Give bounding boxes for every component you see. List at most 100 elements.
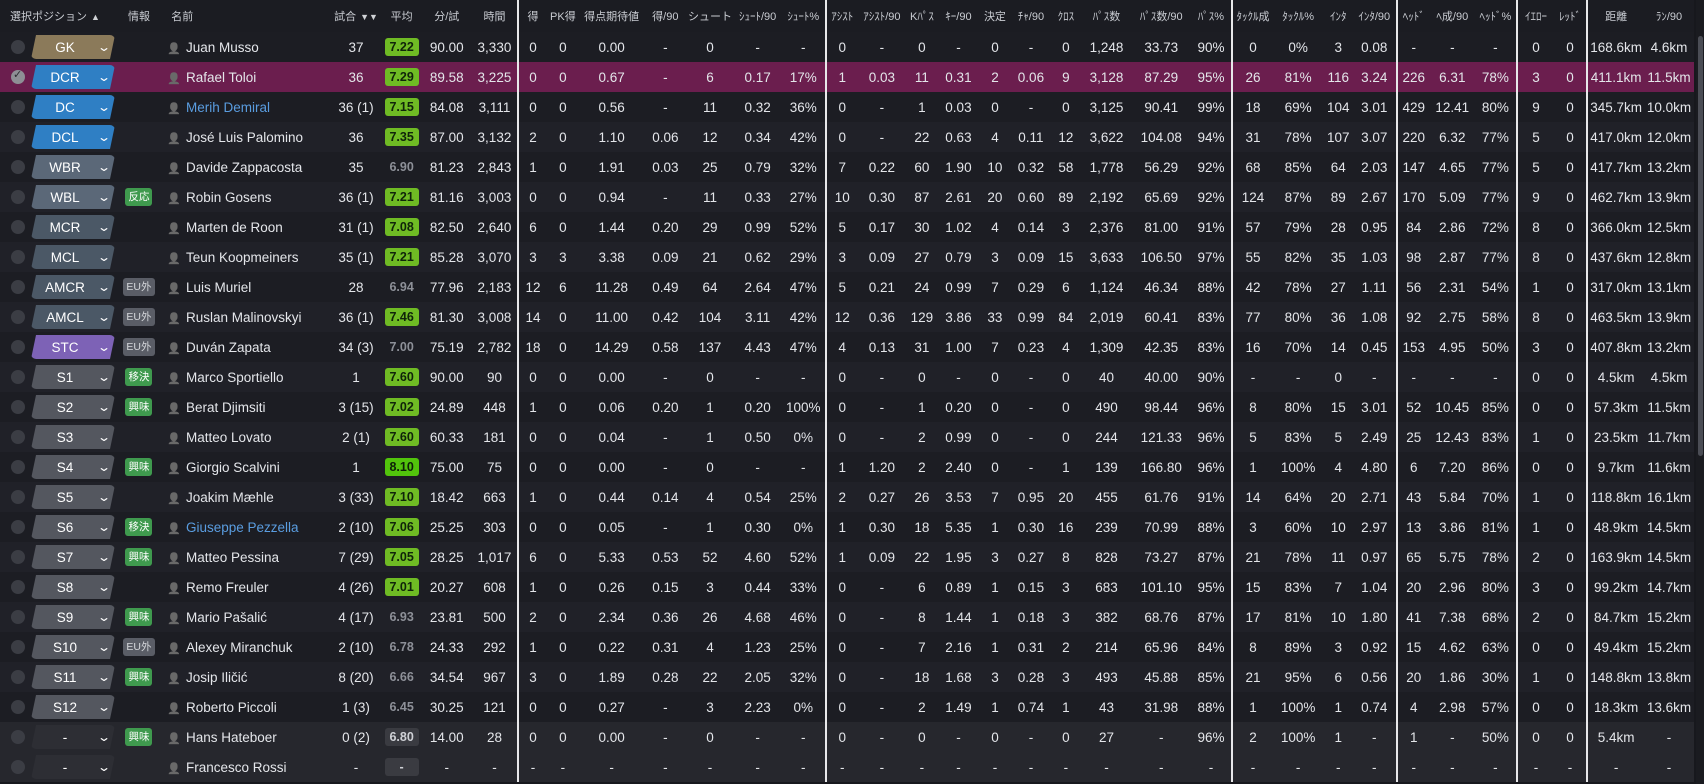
position-dropdown[interactable]: S1 ⌄	[31, 365, 115, 389]
col-minutes[interactable]: 時間	[471, 0, 520, 32]
table-row[interactable]: S8 ⌄ 👤 Remo Freuler 4 (26) 7.01 20.27 608 1 0 0.26…	[0, 572, 1694, 602]
select-checkbox[interactable]	[11, 370, 25, 384]
table-row[interactable]: S1 ⌄ 移決 👤 Marco Sportiello 1 7.60 90.00 90 0 0 0.00…	[0, 362, 1694, 392]
col-tackle-pct[interactable]: ﾀｯｸﾙ%	[1272, 0, 1324, 32]
table-row[interactable]: S10 ⌄ EU外 👤 Alexey Miranchuk 2 (10) 6.78 24.33 2…	[0, 632, 1694, 662]
status-badge[interactable]: 興味	[125, 608, 153, 626]
position-dropdown[interactable]: S2 ⌄	[31, 395, 115, 419]
player-name[interactable]: Giorgio Scalvini	[186, 460, 280, 475]
player-name[interactable]: Teun Koopmeiners	[186, 250, 299, 265]
col-key-passes[interactable]: Kﾊﾟｽ	[905, 0, 939, 32]
position-dropdown[interactable]: S11 ⌄	[31, 665, 115, 689]
player-name-cell[interactable]: 👤 Rafael Toloi	[161, 62, 330, 92]
col-distance-90[interactable]: ﾗﾝ/90	[1644, 0, 1694, 32]
select-checkbox[interactable]	[11, 580, 25, 594]
table-row[interactable]: S9 ⌄ 興味 👤 Mario Pašalić 4 (17) 6.93 23.81 500 2 0 2…	[0, 602, 1694, 632]
select-checkbox[interactable]	[11, 730, 25, 744]
player-name[interactable]: José Luis Palomino	[186, 130, 303, 145]
select-checkbox[interactable]	[11, 520, 25, 534]
select-checkbox[interactable]	[11, 340, 25, 354]
select-checkbox[interactable]	[11, 490, 25, 504]
status-badge[interactable]: EU外	[123, 638, 155, 656]
position-dropdown[interactable]: GK ⌄	[31, 35, 115, 59]
player-name-cell[interactable]: 👤 Matteo Pessina	[161, 542, 330, 572]
status-badge[interactable]: EU外	[123, 278, 155, 296]
position-dropdown[interactable]: S10 ⌄	[31, 635, 115, 659]
col-shots[interactable]: シュート	[686, 0, 734, 32]
position-dropdown[interactable]: AMCL ⌄	[31, 305, 115, 329]
status-badge[interactable]: 興味	[125, 398, 153, 416]
col-distance[interactable]: 距離	[1587, 0, 1644, 32]
table-row[interactable]: S7 ⌄ 興味 👤 Matteo Pessina 7 (29) 7.05 28.25 1,017…	[0, 542, 1694, 572]
col-interceptions-90[interactable]: ｲﾝﾀ/90	[1352, 0, 1398, 32]
col-chances-90[interactable]: ﾁｬ/90	[1011, 0, 1051, 32]
position-dropdown[interactable]: S3 ⌄	[31, 425, 115, 449]
status-badge[interactable]: 反応	[125, 188, 153, 206]
status-badge[interactable]: 興味	[125, 728, 153, 746]
col-xg[interactable]: 得点期待値	[579, 0, 645, 32]
position-dropdown[interactable]: DC ⌄	[31, 95, 115, 119]
player-name-cell[interactable]: 👤 José Luis Palomino	[161, 122, 330, 152]
player-name[interactable]: Davide Zappacosta	[186, 160, 302, 175]
position-dropdown[interactable]: DCL ⌄	[31, 125, 115, 149]
position-dropdown[interactable]: - ⌄	[31, 755, 115, 779]
status-badge[interactable]: 興味	[125, 548, 153, 566]
col-headers[interactable]: ﾍｯﾄﾞ	[1396, 0, 1430, 32]
status-badge[interactable]: 移決	[125, 518, 153, 536]
player-name-cell[interactable]: 👤 Luis Muriel	[161, 272, 330, 302]
col-pass-pct[interactable]: ﾊﾟｽ%	[1190, 0, 1234, 32]
col-headers-90[interactable]: ﾍ成/90	[1430, 0, 1475, 32]
col-goals[interactable]: 得	[518, 0, 547, 32]
player-name[interactable]: Josip Iličić	[186, 670, 248, 685]
player-name[interactable]: Robin Gosens	[186, 190, 272, 205]
player-name-cell[interactable]: 👤 Marten de Roon	[161, 212, 330, 242]
player-name-cell[interactable]: 👤 Juan Musso	[161, 32, 330, 62]
col-key-passes-90[interactable]: ｷｰ/90	[938, 0, 979, 32]
sort-up-icon[interactable]: ▲	[91, 12, 100, 22]
player-name[interactable]: Giuseppe Pezzella	[186, 520, 299, 535]
position-dropdown[interactable]: STC ⌄	[31, 335, 115, 359]
position-dropdown[interactable]: - ⌄	[31, 725, 115, 749]
select-checkbox[interactable]	[11, 250, 25, 264]
position-dropdown[interactable]: MCL ⌄	[31, 245, 115, 269]
player-name[interactable]: Remo Freuler	[186, 580, 269, 595]
status-badge[interactable]: 興味	[125, 668, 153, 686]
col-yellow[interactable]: ｲｴﾛｰ	[1517, 0, 1554, 32]
col-avg-rating[interactable]: 平均	[381, 0, 422, 32]
col-interceptions[interactable]: ｲﾝﾀ	[1323, 0, 1353, 32]
status-badge[interactable]: EU外	[123, 308, 155, 326]
player-name-cell[interactable]: 👤 Ruslan Malinovskyi	[161, 302, 330, 332]
table-row[interactable]: S2 ⌄ 興味 👤 Berat Djimsiti 3 (15) 7.02 24.89 448 1 0…	[0, 392, 1694, 422]
status-badge[interactable]: EU外	[123, 338, 155, 356]
player-name[interactable]: Merih Demiral	[186, 100, 270, 115]
select-checkbox[interactable]	[11, 640, 25, 654]
table-row[interactable]: MCL ⌄ 👤 Teun Koopmeiners 35 (1) 7.21 85.28 3,07…	[0, 242, 1694, 272]
player-name-cell[interactable]: 👤 Joakim Mæhle	[161, 482, 330, 512]
col-tackles[interactable]: ﾀｯｸﾙ成	[1232, 0, 1273, 32]
select-checkbox[interactable]	[11, 130, 25, 144]
player-name[interactable]: Marten de Roon	[186, 220, 283, 235]
col-shots-90[interactable]: ｼｭｰﾄ/90	[733, 0, 782, 32]
player-name-cell[interactable]: 👤 Giorgio Scalvini	[161, 452, 330, 482]
sort-desc-icon[interactable]: ▼▼	[360, 12, 378, 22]
position-dropdown[interactable]: WBL ⌄	[31, 185, 115, 209]
player-name-cell[interactable]: 👤 Berat Djimsiti	[161, 392, 330, 422]
select-checkbox[interactable]	[11, 280, 25, 294]
position-dropdown[interactable]: S8 ⌄	[31, 575, 115, 599]
player-name-cell[interactable]: 👤 Roberto Piccoli	[161, 692, 330, 722]
col-red[interactable]: ﾚｯﾄﾞ	[1553, 0, 1589, 32]
player-name-cell[interactable]: 👤 Hans Hateboer	[161, 722, 330, 752]
select-checkbox[interactable]	[11, 400, 25, 414]
player-name-cell[interactable]: 👤 Josip Iličić	[161, 662, 330, 692]
select-checkbox[interactable]	[11, 670, 25, 684]
position-dropdown[interactable]: MCR ⌄	[31, 215, 115, 239]
table-row[interactable]: S6 ⌄ 移決 👤 Giuseppe Pezzella 2 (10) 7.06 25.25 30…	[0, 512, 1694, 542]
player-name-cell[interactable]: 👤 Francesco Rossi	[161, 752, 330, 782]
col-apps[interactable]: 試合 ▼▼	[330, 0, 382, 32]
col-shot-pct[interactable]: ｼｭｰﾄ%	[781, 0, 827, 32]
select-checkbox[interactable]	[11, 100, 25, 114]
table-row[interactable]: DCR⌄👤Rafael Toloi367.2989.583,225000.67-…	[0, 62, 1694, 92]
player-name[interactable]: Luis Muriel	[186, 280, 251, 295]
player-name[interactable]: Roberto Piccoli	[186, 700, 277, 715]
player-name[interactable]: Rafael Toloi	[186, 70, 256, 85]
